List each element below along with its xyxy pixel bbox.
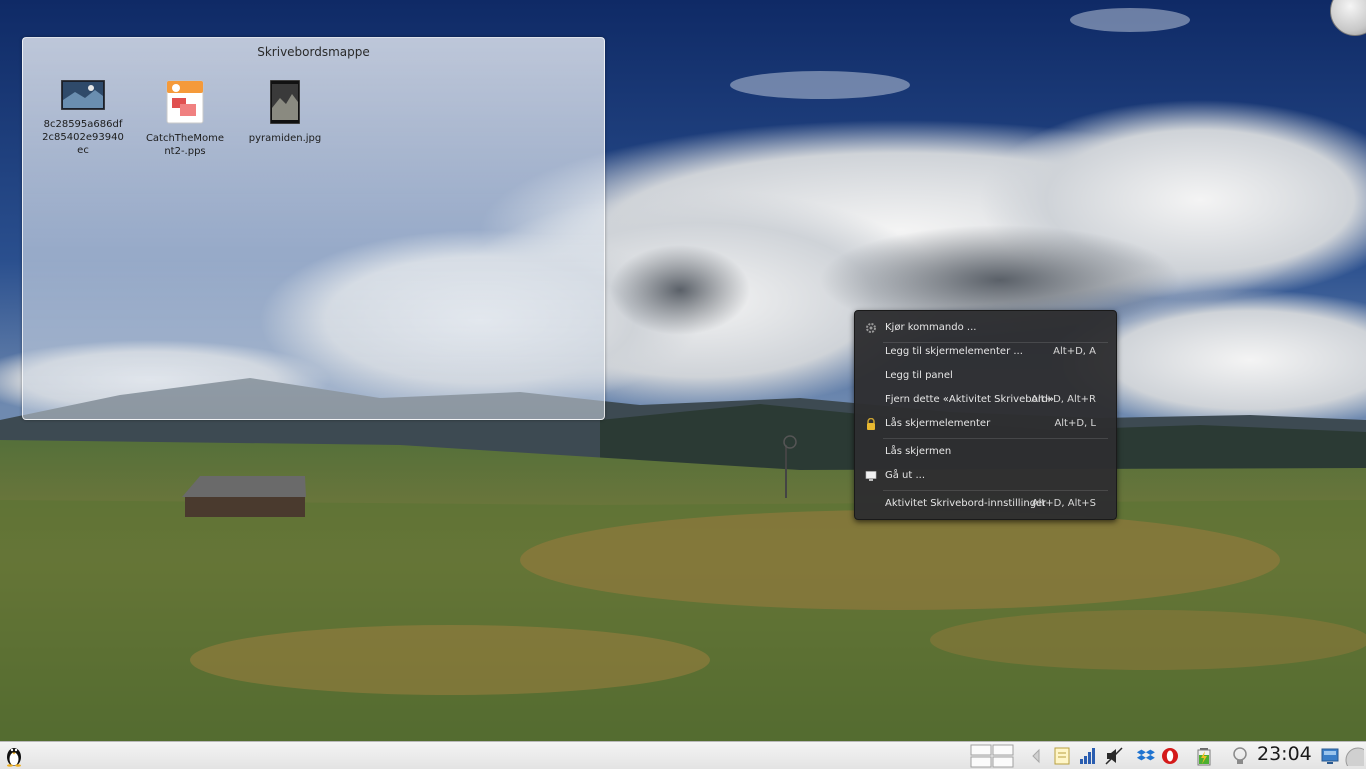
menu-item-logout[interactable]: Gå ut ...	[855, 465, 1116, 487]
menu-item-lock-widgets[interactable]: Lås skjermelementer Alt+D, L	[855, 413, 1116, 435]
panel-toolbox-icon[interactable]	[1344, 746, 1364, 766]
show-desktop-icon[interactable]	[1320, 746, 1340, 766]
pager-icon[interactable]	[970, 744, 1014, 768]
menu-separator	[883, 490, 1108, 491]
presentation-file-icon	[166, 80, 204, 124]
opera-icon[interactable]	[1160, 746, 1180, 766]
menu-separator	[883, 438, 1108, 439]
desktop-file-item[interactable]: CatchTheMoment2-.pps	[143, 80, 227, 158]
desktop-file-item[interactable]: pyramiden.jpg	[243, 80, 327, 145]
menu-item-add-panel[interactable]: Legg til panel	[855, 365, 1116, 387]
tux-penguin-icon[interactable]	[4, 744, 24, 767]
menu-item-remove-activity[interactable]: Fjern dette «Aktivitet Skrivebord» Alt+D…	[855, 389, 1116, 411]
desktop-file-item[interactable]: 8c28595a686df2c85402e93940ec	[41, 80, 125, 157]
notes-icon[interactable]	[1052, 746, 1072, 766]
bottom-panel: 23:04	[0, 741, 1366, 769]
image-thumbnail-icon	[270, 80, 300, 124]
network-signal-icon[interactable]	[1078, 746, 1098, 766]
menu-item-run-command[interactable]: Kjør kommando ...	[855, 317, 1116, 339]
menu-shortcut: Alt+D, Alt+R	[1031, 394, 1096, 405]
dropbox-icon[interactable]	[1136, 746, 1156, 766]
run-command-gear-icon	[866, 323, 876, 333]
file-label: 8c28595a686df2c85402e93940ec	[42, 119, 124, 156]
menu-shortcut: Alt+D, Alt+S	[1031, 498, 1096, 509]
lock-icon	[867, 418, 875, 430]
folder-view-title: Skrivebordsmappe	[257, 45, 370, 59]
menu-item-activity-settings[interactable]: Aktivitet Skrivebord-innstillinger Alt+D…	[855, 493, 1116, 515]
arrow-left-icon[interactable]	[1026, 746, 1046, 766]
menu-shortcut: Alt+D, A	[1053, 346, 1096, 357]
mute-volume-icon[interactable]	[1104, 746, 1124, 766]
battery-icon[interactable]	[1194, 746, 1214, 766]
panel-clock[interactable]: 23:04	[1257, 743, 1312, 765]
monitor-logout-icon	[865, 471, 877, 481]
menu-item-lock-screen[interactable]: Lås skjermen	[855, 441, 1116, 463]
image-thumbnail-icon	[61, 80, 105, 110]
menu-shortcut: Alt+D, L	[1054, 418, 1096, 429]
file-label: pyramiden.jpg	[248, 133, 322, 144]
lightbulb-icon[interactable]	[1230, 746, 1250, 766]
desktop-context-menu: Kjør kommando ... Legg til skjermelement…	[854, 310, 1117, 520]
file-label: CatchTheMoment2-.pps	[145, 133, 225, 157]
menu-item-add-widgets[interactable]: Legg til skjermelementer ... Alt+D, A	[855, 341, 1116, 363]
folder-view-widget[interactable]: Skrivebordsmappe 8c28595a686df2c85402e93…	[22, 37, 605, 420]
